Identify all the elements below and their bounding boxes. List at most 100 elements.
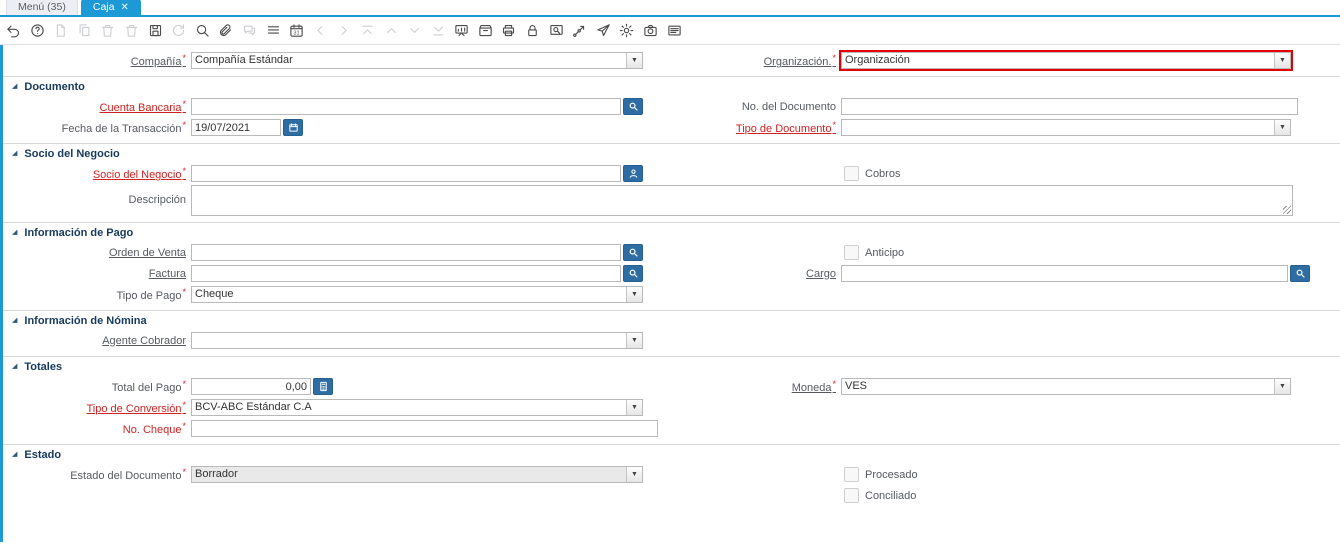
orden-venta-label[interactable]: Orden de Venta [3,247,191,259]
cuenta-bancaria-input[interactable] [191,98,621,115]
cobros-checkbox[interactable] [844,166,859,181]
conciliado-checkbox[interactable] [844,488,859,503]
socio-negocio-label[interactable]: Socio del Negocio [3,166,191,181]
no-documento-label: No. del Documento [741,100,836,113]
save-icon[interactable] [148,23,163,38]
preference-icon[interactable] [619,23,634,38]
lock-icon[interactable] [525,23,540,38]
find-icon[interactable] [195,23,210,38]
collapse-icon[interactable]: ◢ [12,229,17,237]
record-search-icon[interactable] [1290,265,1310,282]
tipo-documento-select[interactable]: ▼ [841,119,1291,136]
row-estadodoc-procesado: Estado del Documento Borrador ▼ Procesad… [3,465,1340,484]
chevron-down-icon[interactable]: ▼ [626,53,642,68]
collapse-icon[interactable]: ◢ [12,150,17,158]
agente-cobrador-select[interactable]: ▼ [191,332,643,349]
chevron-left-icon [313,23,328,38]
row-descripcion: Descripción [3,185,1340,216]
attachment-icon[interactable] [218,23,233,38]
organizacion-label[interactable]: Organización. [653,53,841,68]
record-search-icon[interactable] [623,265,643,282]
calculator-icon[interactable] [313,378,333,395]
tipo-documento-label[interactable]: Tipo de Documento [653,120,841,135]
workflow-icon[interactable] [572,23,587,38]
archive-icon[interactable] [478,23,493,38]
row-total-moneda: Total del Pago Moneda VES ▼ [3,377,1340,396]
orden-venta-input[interactable] [191,244,621,261]
organizacion-select[interactable]: Organización ▼ [839,50,1293,71]
delete-selection-icon [124,23,139,38]
chevron-down-icon[interactable]: ▼ [1274,120,1290,135]
row-socio-cobros: Socio del Negocio Cobros [3,164,1340,183]
compania-select[interactable]: Compañía Estándar ▼ [191,52,643,69]
chevron-down-icon[interactable]: ▼ [1274,379,1290,394]
calendar-picker-icon[interactable] [283,119,303,136]
close-icon[interactable]: ✕ [120,2,128,13]
record-search-icon[interactable] [623,98,643,115]
section-pago-title: Información de Pago [24,227,134,239]
anticipo-label: Anticipo [865,246,905,259]
undo-icon[interactable] [6,23,21,38]
business-partner-search-icon[interactable] [623,165,643,182]
cobros-label: Cobros [865,167,901,180]
new-record-icon [53,23,68,38]
row-nocheque: No. Cheque [3,419,1340,438]
section-documento[interactable]: ◢ Documento [3,76,1340,95]
grid-toggle-icon[interactable] [266,23,281,38]
calendar-icon[interactable]: 31 [289,23,304,38]
cargo-input[interactable] [841,265,1288,282]
no-cheque-input[interactable] [191,420,658,437]
row-conciliado: Conciliado [3,486,1340,505]
procesado-checkbox[interactable] [844,467,859,482]
agente-cobrador-label[interactable]: Agente Cobrador [3,335,191,347]
svg-text:31: 31 [294,31,300,37]
resize-grip-icon[interactable] [1283,206,1291,214]
chevron-down-icon[interactable]: ▼ [626,400,642,415]
section-estado[interactable]: ◢ Estado [3,444,1340,463]
record-search-icon[interactable] [623,244,643,261]
tipo-pago-select[interactable]: Cheque ▼ [191,286,643,303]
descripcion-input[interactable] [191,185,1293,216]
factura-input[interactable] [191,265,621,282]
socio-negocio-input[interactable] [191,165,621,182]
cuenta-bancaria-label[interactable]: Cuenta Bancaria [3,99,191,114]
total-pago-input[interactable] [191,378,311,395]
estado-documento-select[interactable]: Borrador ▼ [191,466,643,483]
tab-menu[interactable]: Menú (35) [6,0,78,15]
collapse-icon[interactable]: ◢ [12,363,17,371]
collapse-icon[interactable]: ◢ [12,317,17,325]
moneda-label[interactable]: Moneda [653,379,841,394]
procesado-label: Procesado [865,468,918,481]
next-record-icon [407,23,422,38]
section-totales[interactable]: ◢ Totales [3,356,1340,375]
tipo-conversion-select[interactable]: BCV-ABC Estándar C.A ▼ [191,399,643,416]
row-fecha-tipodoc: Fecha de la Transacción Tipo de Document… [3,118,1340,137]
report-icon[interactable] [454,23,469,38]
compania-label[interactable]: Compañía [3,53,191,68]
section-nomina[interactable]: ◢ Información de Nómina [3,310,1340,329]
collapse-icon[interactable]: ◢ [12,83,17,91]
section-estado-title: Estado [24,449,62,461]
quick-form-icon[interactable] [667,23,682,38]
capture-icon[interactable] [643,23,658,38]
chevron-down-icon[interactable]: ▼ [626,287,642,302]
send-mail-icon[interactable] [596,23,611,38]
section-nomina-title: Información de Nómina [24,315,147,327]
anticipo-checkbox[interactable] [844,245,859,260]
factura-label[interactable]: Factura [3,268,191,280]
tipo-conversion-label[interactable]: Tipo de Conversión [3,400,191,415]
print-icon[interactable] [501,23,516,38]
no-documento-input[interactable] [841,98,1298,115]
fecha-transaccion-input[interactable] [191,119,281,136]
chevron-down-icon[interactable]: ▼ [626,333,642,348]
help-icon[interactable] [30,23,45,38]
zoom-across-icon[interactable] [549,23,564,38]
chevron-down-icon[interactable]: ▼ [1274,53,1290,68]
tab-caja[interactable]: Caja ✕ [80,0,141,15]
collapse-icon[interactable]: ◢ [12,451,17,459]
section-socio[interactable]: ◢ Socio del Negocio [3,143,1340,162]
cargo-label[interactable]: Cargo [653,268,841,280]
section-pago[interactable]: ◢ Información de Pago [3,222,1340,241]
chevron-down-icon[interactable]: ▼ [626,467,642,482]
moneda-select[interactable]: VES ▼ [841,378,1291,395]
